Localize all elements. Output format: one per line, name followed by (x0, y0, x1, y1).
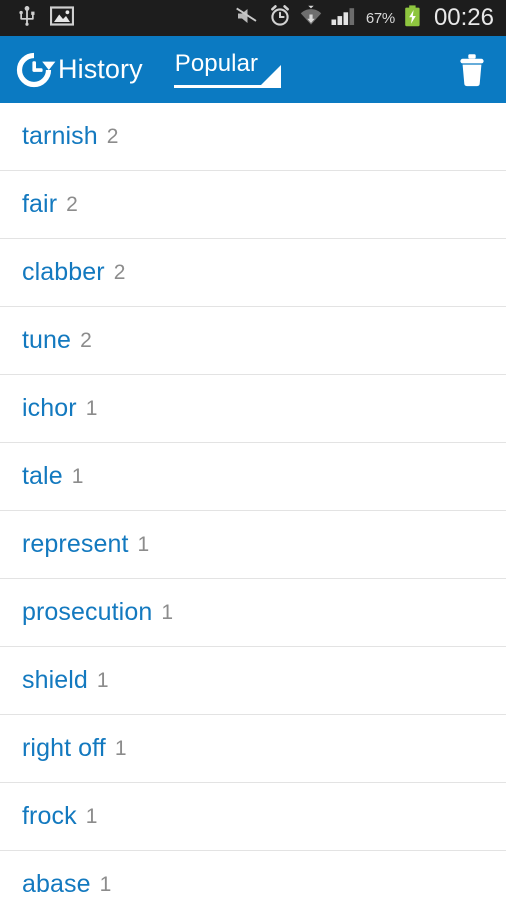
usb-icon (18, 5, 36, 31)
list-item-word: abase (22, 870, 91, 898)
list-item-count: 1 (85, 804, 98, 828)
history-refresh-icon[interactable] (12, 48, 56, 92)
list-item[interactable]: frock 1 (0, 783, 506, 851)
list-item[interactable]: prosecution 1 (0, 579, 506, 647)
list-item-count: 1 (137, 532, 150, 556)
list-item-count: 2 (80, 328, 92, 352)
app-screen: 67% 00:26 History Popular tarnish 2 fair… (0, 0, 506, 900)
list-item[interactable]: shield 1 (0, 647, 506, 715)
status-bar-right-icons: 67% 00:26 (235, 4, 494, 32)
battery-percent: 67% (365, 9, 395, 27)
list-item-word: shield (22, 666, 88, 694)
list-item-word: tale (22, 462, 63, 490)
status-bar-left-icons (18, 5, 75, 31)
list-item-count: 1 (99, 872, 112, 896)
list-item-word: right off (22, 734, 106, 762)
signal-icon (331, 6, 357, 31)
list-item-count: 2 (66, 192, 78, 216)
list-item-count: 1 (85, 396, 98, 420)
mute-icon (235, 6, 260, 31)
list-item[interactable]: tale 1 (0, 443, 506, 511)
list-item-count: 1 (71, 464, 84, 488)
app-bar: History Popular (0, 36, 506, 103)
battery-charging-icon (404, 4, 421, 32)
list-item[interactable]: tune 2 (0, 307, 506, 375)
list-item-count: 2 (113, 260, 126, 284)
list-item-word: tune (22, 326, 72, 354)
list-item[interactable]: clabber 2 (0, 239, 506, 307)
trash-icon (460, 53, 484, 86)
list-item-word: clabber (22, 258, 105, 286)
status-bar-clock: 00:26 (433, 4, 494, 31)
page-title: History (58, 54, 143, 84)
list-item-word: represent (22, 530, 129, 558)
list-item[interactable]: right off 1 (0, 715, 506, 783)
status-bar: 67% 00:26 (0, 0, 506, 36)
list-item-word: fair (22, 190, 58, 218)
list-item[interactable]: tarnish 2 (0, 103, 506, 171)
list-item[interactable]: ichor 1 (0, 375, 506, 443)
list-item-count: 2 (106, 124, 119, 148)
list-item-word: frock (22, 802, 77, 830)
list-item-count: 1 (114, 736, 127, 760)
list-item[interactable]: fair 2 (0, 171, 506, 239)
list-item-word: tarnish (22, 122, 98, 150)
list-item-word: ichor (22, 394, 77, 422)
word-history-list[interactable]: tarnish 2 fair 2 clabber 2 tune 2 ichor … (0, 103, 506, 900)
list-item-count: 1 (96, 668, 109, 692)
chevron-down-icon[interactable] (260, 65, 281, 85)
tab-active-underline (173, 85, 281, 88)
clear-history-button[interactable] (452, 48, 492, 92)
alarm-icon (269, 5, 291, 31)
list-item[interactable]: represent 1 (0, 511, 506, 579)
list-item[interactable]: abase 1 (0, 851, 506, 900)
tab-popular[interactable]: Popular (173, 50, 281, 88)
wifi-icon (300, 5, 322, 31)
image-icon (49, 5, 75, 31)
list-item-count: 1 (161, 600, 174, 624)
list-item-word: prosecution (22, 598, 153, 626)
